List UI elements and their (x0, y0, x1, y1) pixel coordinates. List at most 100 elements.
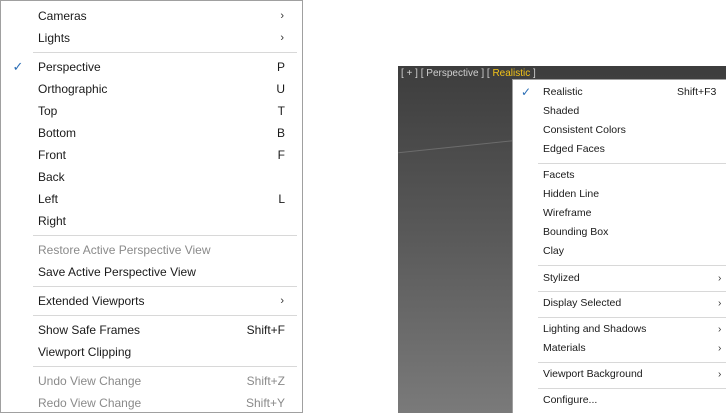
menu-item-shaded[interactable]: Shaded (513, 102, 726, 121)
menu-item-display-selected[interactable]: Display Selected › (513, 294, 726, 313)
menu-item-label: Lighting and Shadows (543, 323, 647, 335)
submenu-arrow-icon: › (718, 273, 722, 284)
menu-item-lighting-shadows[interactable]: Lighting and Shadows › (513, 320, 726, 339)
menu-item-label: Orthographic (38, 82, 108, 96)
checkmark-icon: ✓ (521, 85, 532, 99)
menu-item-label: Viewport Clipping (38, 345, 132, 359)
menu-item-facets[interactable]: Facets (513, 166, 726, 185)
menu-item-undo-view: Undo View Change Shift+Z (1, 370, 302, 392)
menu-item-label: Shaded (543, 105, 580, 117)
menu-item-shortcut: Shift+F (246, 323, 285, 337)
menu-item-hidden-line[interactable]: Hidden Line (513, 185, 726, 204)
perspective-viewport[interactable]: [ + ] [ Perspective ] [ Realistic ] ✓ Re… (398, 66, 726, 413)
menu-item-label: Realistic (543, 86, 583, 98)
menu-item-label: Save Active Perspective View (38, 265, 196, 279)
menu-item-label: Right (38, 214, 67, 228)
menu-item-right[interactable]: Right (1, 210, 302, 232)
viewport-label: [ + ] [ Perspective ] [ Realistic ] (401, 68, 536, 79)
menu-item-configure[interactable]: Configure... (513, 391, 726, 410)
viewport-label-prefix[interactable]: [ + ] [ Perspective ] [ (401, 68, 492, 79)
menu-item-consistent-colors[interactable]: Consistent Colors (513, 121, 726, 140)
menu-item-top[interactable]: Top T (1, 100, 302, 122)
menu-item-label: Extended Viewports (38, 294, 145, 308)
menu-separator (538, 163, 726, 164)
menu-item-clay[interactable]: Clay (513, 242, 726, 261)
menu-item-label: Front (38, 148, 67, 162)
menu-item-stylized[interactable]: Stylized › (513, 269, 726, 288)
menu-separator (33, 366, 297, 367)
checkmark-icon: ✓ (12, 59, 24, 74)
menu-item-label: Undo View Change (38, 374, 142, 388)
menu-item-redo-view: Redo View Change Shift+Y (1, 392, 302, 414)
menu-item-label: Back (38, 170, 65, 184)
menu-item-orthographic[interactable]: Orthographic U (1, 78, 302, 100)
menu-separator (538, 291, 726, 292)
menu-item-label: Stylized (543, 272, 580, 284)
menu-item-bounding-box[interactable]: Bounding Box (513, 223, 726, 242)
menu-item-shortcut: F (277, 148, 285, 162)
menu-item-shortcut: L (278, 192, 285, 206)
submenu-arrow-icon: › (718, 343, 722, 354)
menu-item-viewport-clipping[interactable]: Viewport Clipping (1, 341, 302, 363)
menu-item-label: Top (38, 104, 58, 118)
menu-item-label: Display Selected (543, 297, 622, 309)
menu-item-label: Restore Active Perspective View (38, 243, 211, 257)
menu-separator (538, 362, 726, 363)
menu-item-label: Cameras (38, 9, 87, 23)
menu-item-shortcut: Shift+F3 (677, 86, 717, 98)
menu-separator (33, 315, 297, 316)
menu-item-realistic[interactable]: ✓ Realistic Shift+F3 (513, 83, 726, 102)
menu-item-perspective[interactable]: ✓ Perspective P (1, 56, 302, 78)
menu-item-label: Clay (543, 245, 565, 257)
views-context-menu: Cameras › Lights › ✓ Perspective P Ortho… (0, 0, 303, 413)
menu-item-shortcut: P (276, 60, 285, 74)
menu-item-label: Edged Faces (543, 143, 605, 155)
menu-item-shortcut: U (276, 82, 285, 96)
menu-item-label: Redo View Change (38, 396, 142, 410)
menu-item-label: Bounding Box (543, 226, 609, 238)
menu-item-left[interactable]: Left L (1, 188, 302, 210)
submenu-arrow-icon: › (280, 32, 284, 44)
menu-item-label: Configure... (543, 394, 598, 406)
menu-item-label: Perspective (38, 60, 101, 74)
menu-item-label: Viewport Background (543, 368, 643, 380)
submenu-arrow-icon: › (280, 10, 284, 22)
menu-item-label: Materials (543, 342, 586, 354)
menu-item-label: Hidden Line (543, 188, 600, 200)
menu-item-label: Wireframe (543, 207, 592, 219)
menu-item-label: Consistent Colors (543, 124, 626, 136)
menu-item-wireframe[interactable]: Wireframe (513, 204, 726, 223)
menu-item-cameras[interactable]: Cameras › (1, 5, 302, 27)
shading-context-menu: ✓ Realistic Shift+F3 Shaded Consistent C… (512, 79, 726, 413)
menu-item-label: Lights (38, 31, 71, 45)
menu-separator (538, 388, 726, 389)
menu-separator (33, 235, 297, 236)
menu-item-restore-perspective: Restore Active Perspective View (1, 239, 302, 261)
submenu-arrow-icon: › (718, 369, 722, 380)
menu-item-front[interactable]: Front F (1, 144, 302, 166)
submenu-arrow-icon: › (280, 295, 284, 307)
viewport-label-suffix: ] (530, 68, 536, 79)
viewport-shading-label[interactable]: Realistic (492, 68, 530, 79)
menu-item-shortcut: Shift+Y (245, 396, 285, 410)
menu-item-label: Left (38, 192, 59, 206)
grid-line (398, 139, 518, 154)
menu-separator (33, 286, 297, 287)
menu-item-viewport-background[interactable]: Viewport Background › (513, 365, 726, 384)
submenu-arrow-icon: › (718, 324, 722, 335)
submenu-arrow-icon: › (718, 298, 722, 309)
menu-item-back[interactable]: Back (1, 166, 302, 188)
menu-item-edged-faces[interactable]: Edged Faces (513, 140, 726, 159)
menu-item-label: Show Safe Frames (38, 323, 141, 337)
menu-item-safe-frames[interactable]: Show Safe Frames Shift+F (1, 319, 302, 341)
menu-separator (538, 265, 726, 266)
menu-item-save-perspective[interactable]: Save Active Perspective View (1, 261, 302, 283)
menu-separator (33, 52, 297, 53)
menu-separator (538, 317, 726, 318)
menu-item-materials[interactable]: Materials › (513, 339, 726, 358)
menu-item-bottom[interactable]: Bottom B (1, 122, 302, 144)
menu-item-lights[interactable]: Lights › (1, 27, 302, 49)
menu-item-label: Bottom (38, 126, 77, 140)
menu-item-label: Facets (543, 169, 575, 181)
menu-item-extended-viewports[interactable]: Extended Viewports › (1, 290, 302, 312)
